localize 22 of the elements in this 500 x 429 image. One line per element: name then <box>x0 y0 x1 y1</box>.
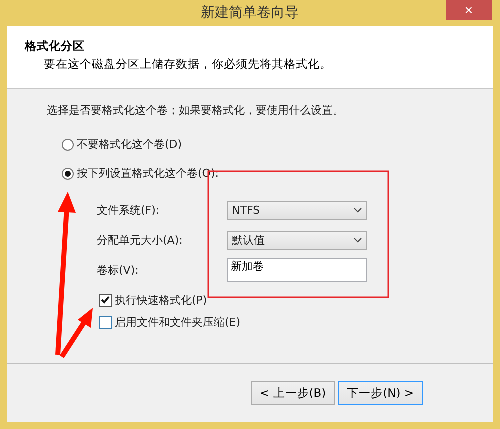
radio-button[interactable] <box>62 168 74 180</box>
field-label: 分配单元大小(A): <box>97 232 184 248</box>
page-heading: 格式化分区 <box>25 39 86 54</box>
page-description: 要在这个磁盘分区上储存数据，你必须先将其格式化。 <box>43 57 333 72</box>
checkbox-label[interactable]: 执行快速格式化(P) <box>115 292 208 308</box>
checkbox-label[interactable]: 启用文件和文件夹压缩(E) <box>115 314 241 330</box>
instruction-text: 选择是否要格式化这个卷；如果要格式化，要使用什么设置。 <box>47 103 345 118</box>
checkbox[interactable] <box>99 316 112 328</box>
text-input[interactable]: 新加卷 <box>227 258 367 282</box>
dropdown[interactable]: NTFS <box>227 200 367 220</box>
radio-button[interactable] <box>62 138 74 150</box>
chevron-down-icon <box>354 208 362 212</box>
back-button[interactable]: < 上一步(B) <box>251 381 336 405</box>
window-title: 新建简单卷向导 <box>201 4 299 22</box>
checkbox[interactable] <box>99 294 112 306</box>
dropdown[interactable]: 默认值 <box>227 230 367 250</box>
field-label: 文件系统(F): <box>97 202 161 218</box>
chevron-down-icon <box>354 238 362 242</box>
close-button[interactable]: × <box>446 0 492 20</box>
next-button[interactable]: 下一步(N) > <box>338 381 424 405</box>
radio-label[interactable]: 不要格式化这个卷(D) <box>77 137 182 152</box>
field-label: 卷标(V): <box>97 262 140 278</box>
